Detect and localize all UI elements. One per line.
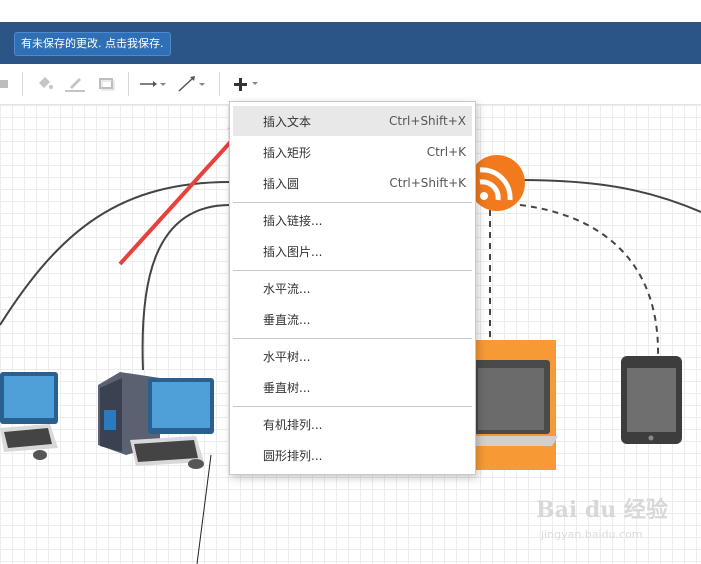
fill-color-icon[interactable] [36,74,54,94]
menu-item-vertical-flow[interactable]: 垂直流... [233,304,472,334]
format-icon[interactable] [0,74,10,94]
menu-item-label: 有机排列... [263,417,323,432]
menu-item-insert-image[interactable]: 插入图片... [233,236,472,266]
menu-divider [233,338,472,339]
menu-item-horizontal-flow[interactable]: 水平流... [233,273,472,303]
menu-divider [233,202,472,203]
window-top-strip [0,0,701,22]
toolbar-divider [22,72,23,96]
menu-item-shortcut: Ctrl+Shift+K [389,176,466,190]
menu-item-insert-text[interactable]: 插入文本 Ctrl+Shift+X [233,106,472,136]
menu-item-label: 水平树... [263,349,311,364]
waypoint-icon[interactable] [176,74,208,94]
menu-item-label: 插入圆 [263,176,300,191]
menu-item-vertical-tree[interactable]: 垂直树... [233,372,472,402]
watermark-url: jingyan.baidu.com [541,528,643,541]
menu-item-label: 垂直树... [263,380,311,395]
workstation-icon [0,372,58,460]
menu-item-label: 插入链接... [263,213,323,228]
connection-line [0,181,231,326]
rss-icon [469,155,525,211]
line-color-icon[interactable] [64,74,86,94]
insert-menu: 插入文本 Ctrl+Shift+X 插入矩形 Ctrl+K 插入圆 Ctrl+S… [229,101,476,475]
shadow-icon[interactable] [97,74,117,94]
menu-item-circle-layout[interactable]: 圆形排列... [233,440,472,470]
menu-divider [233,406,472,407]
connection-line [519,179,701,213]
insert-icon[interactable] [230,74,264,94]
menu-item-label: 垂直流... [263,312,311,327]
dashed-connection-line [519,204,660,358]
tablet-icon [621,356,682,444]
menu-divider [233,270,472,271]
toolbar-divider [219,72,220,96]
connector-icon[interactable] [138,74,168,94]
menu-item-label: 插入文本 [263,114,312,129]
menu-item-organic-layout[interactable]: 有机排列... [233,409,472,439]
menu-item-shortcut: Ctrl+Shift+X [389,114,466,128]
menu-item-shortcut: Ctrl+K [426,145,466,159]
menu-item-insert-ellipse[interactable]: 插入圆 Ctrl+Shift+K [233,168,472,198]
workstation-icon [98,372,214,469]
menu-item-label: 插入图片... [263,244,323,259]
menu-item-label: 插入矩形 [263,145,312,160]
menu-item-insert-rectangle[interactable]: 插入矩形 Ctrl+K [233,137,472,167]
connection-line [141,204,231,371]
menu-item-horizontal-tree[interactable]: 水平树... [233,341,472,371]
menu-item-insert-link[interactable]: 插入链接... [233,205,472,235]
laptop-icon [470,340,558,470]
watermark-logo: Bai du 经验 [536,497,668,523]
menu-item-label: 圆形排列... [263,448,323,463]
menu-item-label: 水平流... [263,281,311,296]
toolbar-divider [128,72,129,96]
connection-line [196,454,212,564]
unsaved-changes-button[interactable]: 有未保存的更改. 点击我保存. [14,32,171,56]
